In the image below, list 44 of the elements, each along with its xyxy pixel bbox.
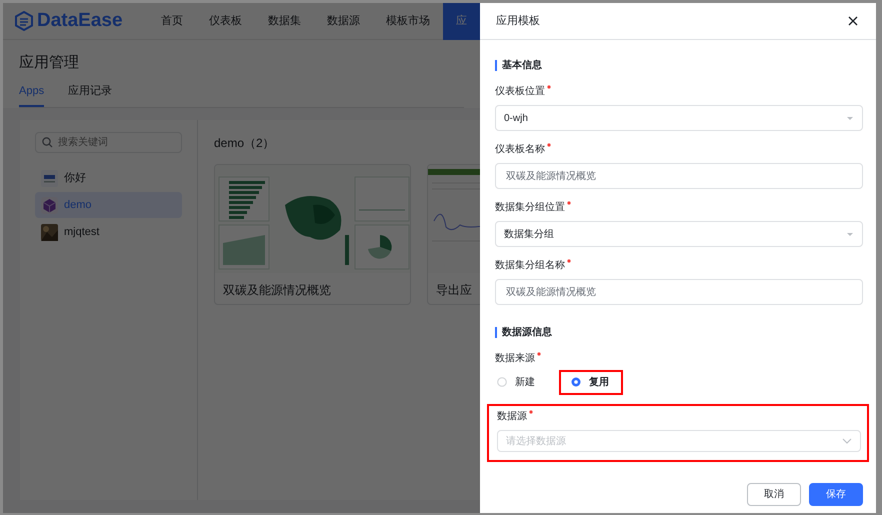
sidebar-item[interactable]: 你好 <box>35 165 182 191</box>
field-label: 数据源 <box>497 410 861 424</box>
nav-item[interactable]: 应 <box>443 3 480 40</box>
logo-text: DataEase <box>37 8 123 33</box>
page-title: 应用管理 <box>19 53 80 73</box>
cube-icon <box>41 196 58 214</box>
nav-item[interactable]: 数据源 <box>314 3 373 40</box>
nav-item[interactable]: 数据集 <box>255 3 314 40</box>
save-button[interactable]: 保存 <box>809 483 863 506</box>
radio-option[interactable]: 新建 <box>495 370 549 394</box>
field-label: 仪表板位置 <box>495 85 863 99</box>
select-field[interactable]: 0-wjh <box>495 105 863 131</box>
nav-item[interactable]: 模板市场 <box>373 3 443 40</box>
search-field[interactable]: 搜索关键词 <box>35 132 182 153</box>
card-title: 双碳及能源情况概览 <box>222 282 332 299</box>
sidebar-item[interactable]: demo <box>35 192 182 218</box>
cancel-button[interactable]: 取消 <box>747 483 801 506</box>
input-field[interactable]: 双碳及能源情况概览 <box>495 279 863 305</box>
chevron-down-icon <box>842 438 852 444</box>
drawer-title: 应用模板 <box>496 14 540 29</box>
close-icon <box>848 16 858 26</box>
field-label: 数据集分组名称 <box>495 259 863 273</box>
logo-icon <box>15 11 33 31</box>
nav-item[interactable]: 仪表板 <box>196 3 255 40</box>
field-label: 数据来源 <box>495 352 863 366</box>
input-field[interactable]: 双碳及能源情况概览 <box>495 163 863 189</box>
section-title: 数据源信息 <box>495 327 863 338</box>
app-card[interactable]: 导出应 <box>427 164 480 305</box>
nav-item[interactable]: 首页 <box>148 3 196 40</box>
app-card[interactable]: 双碳及能源情况概览 <box>214 164 411 305</box>
dropdown-arrow-icon <box>846 232 854 236</box>
select-field[interactable]: 请选择数据源 <box>497 430 861 452</box>
tab[interactable]: 应用记录 <box>68 80 112 107</box>
sidebar-item[interactable]: mjqtest <box>35 219 182 245</box>
radio-option[interactable]: 复用 <box>559 370 623 394</box>
close-button[interactable] <box>846 14 860 28</box>
tab[interactable]: Apps <box>19 80 44 107</box>
card-title: 导出应 <box>435 282 473 299</box>
section-title: 基本信息 <box>495 60 863 71</box>
select-field[interactable]: 数据集分组 <box>495 221 863 247</box>
field-label: 数据集分组位置 <box>495 201 863 215</box>
field-label: 仪表板名称 <box>495 143 863 157</box>
group-title: demo（2） <box>214 135 276 152</box>
dropdown-arrow-icon <box>846 116 854 120</box>
